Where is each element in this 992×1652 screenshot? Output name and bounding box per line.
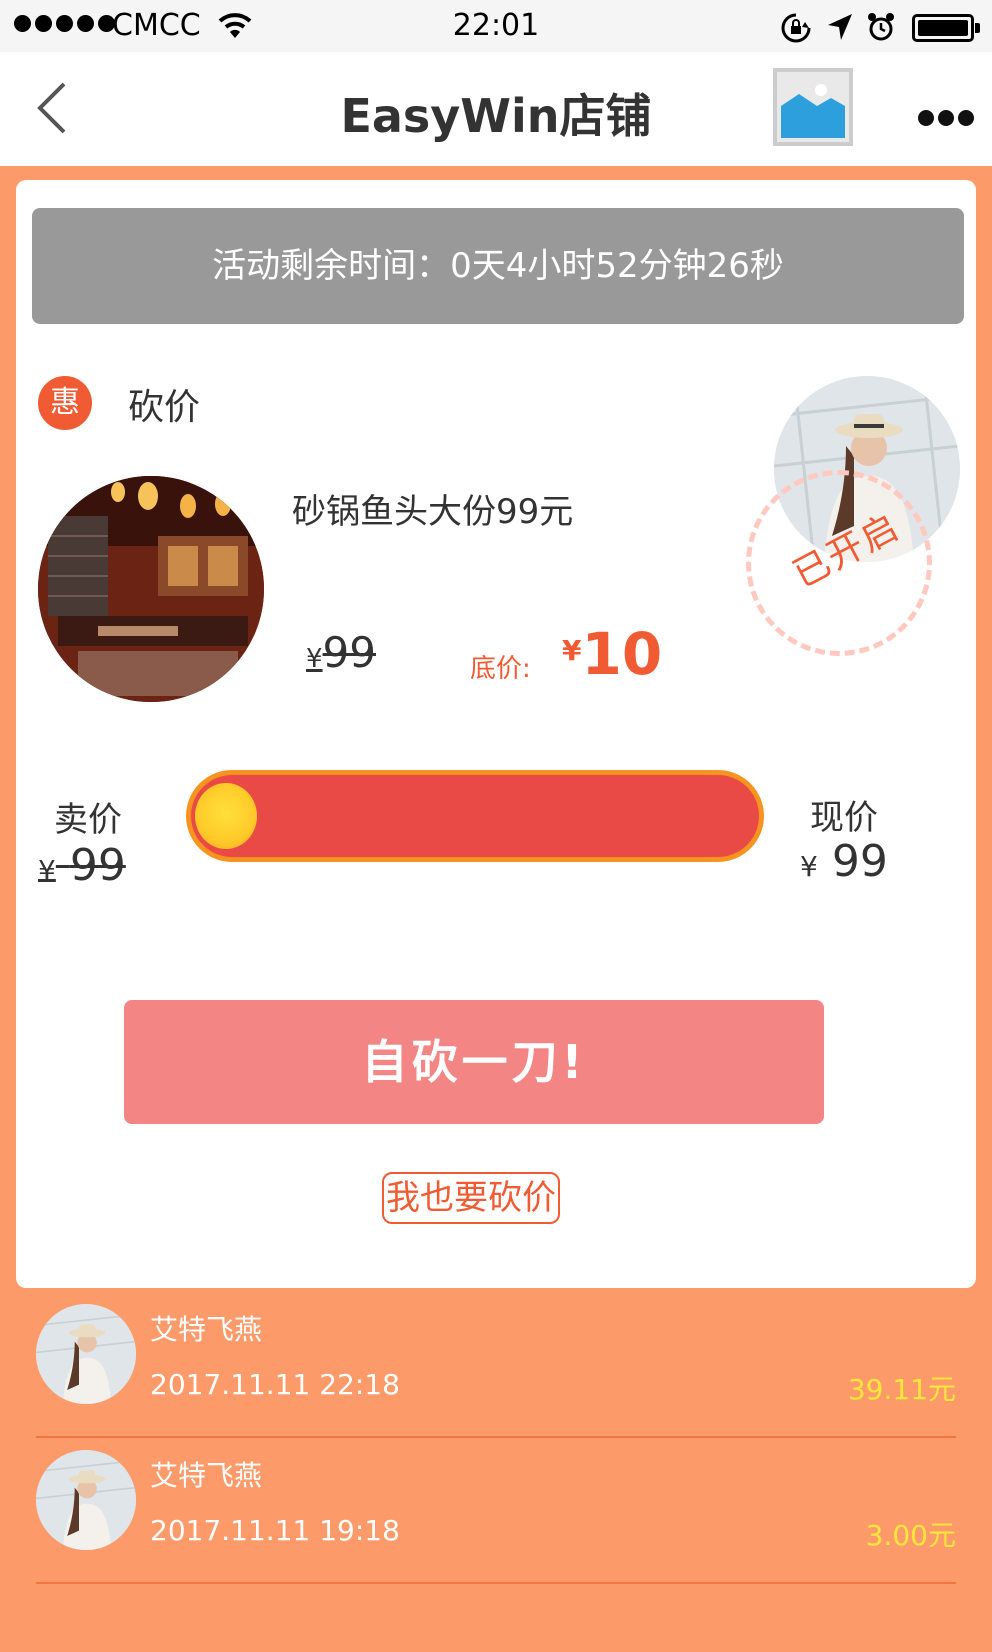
avatar [36, 1450, 136, 1550]
status-bar: CMCC 22:01 [0, 0, 992, 52]
original-price-value: 99 [322, 628, 376, 677]
battery-icon [912, 14, 980, 42]
progress-knob [195, 783, 257, 849]
record-time: 2017.11.11 22:18 [150, 1368, 400, 1401]
self-cut-button[interactable]: 自砍一刀! [124, 1000, 824, 1124]
image-placeholder-icon[interactable] [773, 68, 853, 146]
discount-badge: 惠 [38, 376, 92, 430]
list-item: 艾特飞燕 2017.11.11 22:18 39.11元 [36, 1292, 956, 1438]
current-price-value: 99 [831, 836, 888, 887]
record-amount: 39.11元 [847, 1373, 956, 1406]
bargain-progress-bar [186, 770, 764, 862]
bargain-label: 砍价 [128, 387, 201, 428]
floor-price: ¥10 [562, 620, 662, 688]
join-bargain-button[interactable]: 我也要砍价 [382, 1172, 560, 1224]
original-price: ¥99 [306, 628, 376, 677]
record-name: 艾特飞燕 [150, 1313, 263, 1346]
record-amount: 3.00元 [865, 1519, 956, 1552]
rotation-lock-icon [781, 13, 811, 43]
list-item: 艾特飞燕 2017.11.11 19:18 3.00元 [36, 1438, 956, 1584]
navigation-bar: EasyWin店铺 [0, 52, 992, 166]
location-arrow-icon [828, 14, 852, 40]
currency-symbol: ¥ [38, 854, 56, 887]
sell-price-label: 卖价 [54, 800, 122, 840]
record-name: 艾特飞燕 [150, 1459, 263, 1492]
countdown-timer: 活动剩余时间：0天4小时52分钟26秒 [32, 208, 964, 324]
product-image[interactable] [38, 476, 264, 702]
avatar [36, 1304, 136, 1404]
sell-price-value: 99 [69, 840, 126, 891]
currency-symbol: ¥ [800, 850, 818, 883]
current-price: ¥ 99 [800, 836, 888, 887]
currency-symbol: ¥ [306, 644, 323, 674]
currency-symbol: ¥ [562, 634, 582, 667]
floor-price-value: 10 [581, 620, 663, 688]
record-time: 2017.11.11 19:18 [150, 1514, 400, 1547]
sell-price: ¥ 99 [38, 840, 126, 891]
alarm-clock-icon [868, 13, 894, 41]
more-dots-icon[interactable] [918, 110, 974, 126]
bargain-card: 活动剩余时间：0天4小时52分钟26秒 惠 砍价 已开启 砂锅鱼头大份99元 ¥… [16, 180, 976, 1288]
floor-price-label: 底价: [470, 654, 531, 684]
product-name: 砂锅鱼头大份99元 [292, 492, 574, 532]
current-price-label: 现价 [810, 798, 878, 838]
page: CMCC 22:01 EasyWin店铺 活动剩余时间：0天4小时52分钟26秒… [0, 0, 992, 1652]
